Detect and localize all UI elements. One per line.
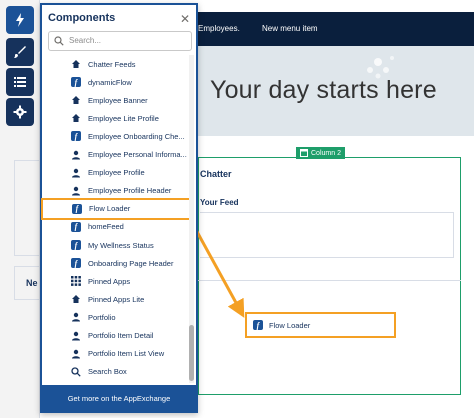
column-badge: Column 2 [296,147,345,159]
search-icon [71,367,81,377]
grid-icon [71,276,81,287]
user-icon [71,168,81,178]
search-input[interactable]: Search... [48,31,192,51]
hero-banner[interactable]: Your day starts here [198,46,474,136]
component-item-label: Pinned Apps Lite [88,294,145,304]
home-icon [71,113,81,123]
scroll-thumb[interactable] [189,325,194,381]
brush-icon [14,46,26,58]
column-badge-label: Column 2 [311,149,341,157]
component-item-label: Employee Banner [88,95,148,105]
settings-button[interactable] [6,98,34,126]
scrollbar[interactable] [189,55,194,383]
component-item-label: Employee Onboarding Che... [88,131,185,141]
user-icon [71,186,81,196]
column-2-region[interactable] [198,157,461,395]
component-item-label: Onboarding Page Header [88,258,174,268]
component-item-label: My Wellness Status [88,240,154,250]
search-placeholder: Search... [69,36,102,45]
flow-icon: f [71,240,81,250]
component-item-label: Flow Loader [89,204,131,214]
component-item[interactable]: Search Box [42,363,192,381]
component-item[interactable]: f My Wellness Status [42,236,192,254]
component-item[interactable]: f Flow Loader [41,197,191,220]
component-item[interactable]: Pinned Apps [42,272,192,290]
component-item[interactable]: f dynamicFlow [42,73,192,91]
close-icon[interactable]: ✕ [180,12,190,26]
component-item-label: Employee Lite Profile [88,113,159,123]
search-icon [54,36,64,46]
flow-icon: f [71,77,81,88]
theme-button[interactable] [6,38,34,66]
component-item-label: homeFeed [88,222,124,232]
component-item[interactable]: Chatter Feeds [42,55,192,73]
user-icon [71,312,81,322]
component-item[interactable]: Pinned Apps Lite [42,290,192,308]
component-item[interactable]: f homeFeed [42,218,192,236]
lightning-components-button[interactable] [6,6,34,34]
component-item-label: Employee Profile [88,168,145,178]
dropped-flow-loader[interactable]: f Flow Loader [245,312,396,338]
left-card-label: Ne [26,278,38,288]
banner-title: Your day starts here [210,76,437,104]
component-item[interactable]: Employee Lite Profile [42,109,192,127]
column-icon [300,149,308,157]
divider [198,280,461,281]
component-item-label: Employee Personal Informa... [88,150,187,159]
list-icon [14,77,26,87]
component-item[interactable]: Portfolio Item List View [42,345,192,363]
chatter-title: Chatter [200,169,232,179]
flow-icon: f [71,221,81,232]
your-feed-label: Your Feed [200,198,239,207]
feed-box[interactable] [200,212,454,258]
navigation-button[interactable] [6,68,34,96]
panel-title: Components [48,12,116,24]
component-item[interactable]: f Employee Onboarding Che... [42,127,192,145]
dropped-component-label: Flow Loader [269,320,311,330]
user-icon [71,150,81,160]
components-panel: Components ✕ Search... Chatter Feeds f dyn… [40,3,198,413]
flow-icon: f [71,258,81,269]
component-item-label: Employee Profile Header [88,186,172,196]
component-item-label: Search Box [88,367,127,377]
home-icon [71,59,81,69]
home-icon [71,294,81,304]
component-item-label: Portfolio [88,312,116,322]
component-item[interactable]: Portfolio [42,308,192,326]
flow-icon: f [72,203,82,214]
top-navigation: Employees. New menu item [198,12,474,46]
component-item-label: dynamicFlow [88,77,132,87]
component-item-label: Portfolio Item List View [88,349,165,359]
component-item-label: Pinned Apps [88,276,131,286]
component-item[interactable]: Employee Personal Informa... [42,146,192,164]
left-card[interactable] [14,160,40,256]
component-item[interactable]: Employee Banner [42,91,192,109]
flow-icon: f [253,320,263,330]
appexchange-link[interactable]: Get more on the AppExchange [42,385,196,411]
user-icon [71,349,81,359]
component-item[interactable]: Employee Profile [42,164,192,182]
component-item-label: Chatter Feeds [88,59,136,69]
nav-item-new-menu-item[interactable]: New menu item [262,24,318,33]
home-icon [71,95,81,105]
lightning-icon [16,13,24,27]
component-item-label: Portfolio Item Detail [88,331,154,340]
flow-icon: f [71,131,81,142]
component-item[interactable]: f Onboarding Page Header [42,254,192,272]
gear-icon [13,105,27,119]
component-item[interactable]: Employee Profile Header [42,182,192,200]
user-icon [71,331,81,341]
component-item[interactable]: Portfolio Item Detail [42,327,192,345]
nav-item-employees[interactable]: Employees. [198,24,240,33]
